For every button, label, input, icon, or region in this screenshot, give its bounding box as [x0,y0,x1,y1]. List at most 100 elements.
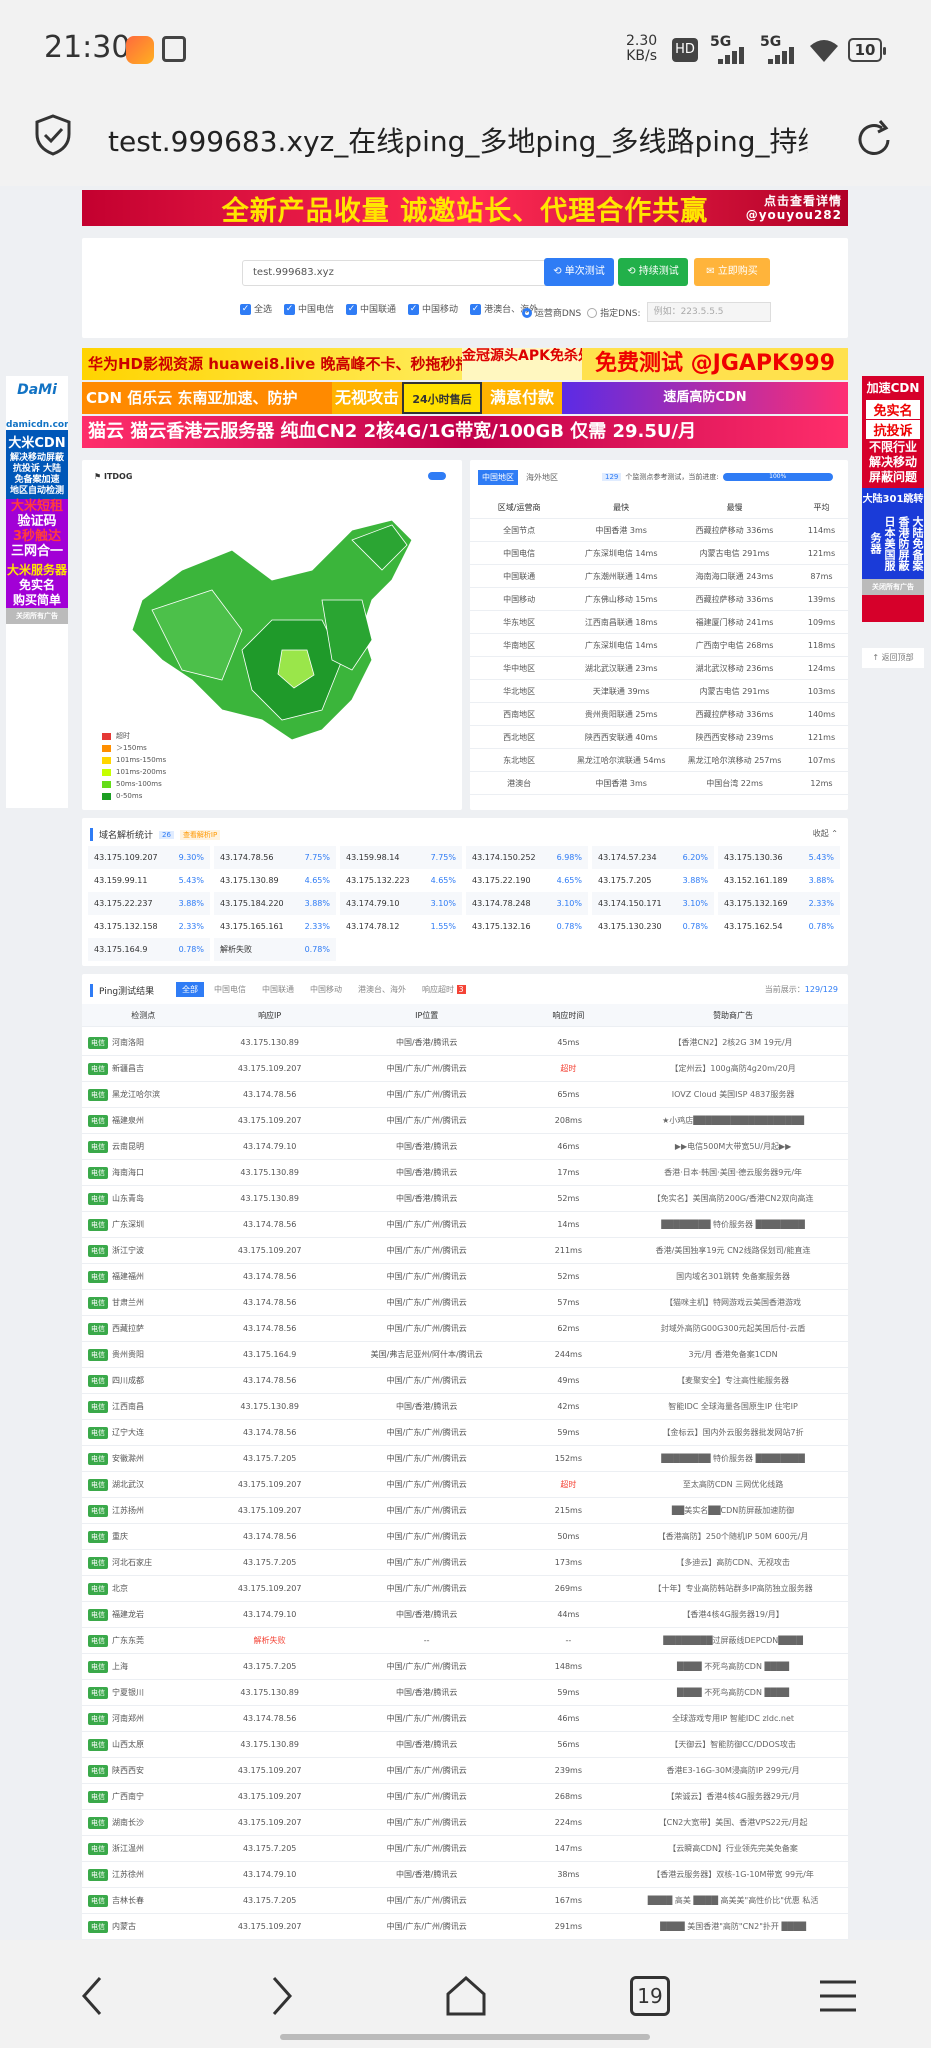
ping-ad-cell[interactable]: 【免实名】美国高防200G/香港CN2双向高连 [618,1193,848,1204]
ping-ad-cell[interactable]: 【香港高防】250个随机IP 50M 600元/月 [618,1531,848,1542]
radio-custom-dns[interactable]: 指定DNS: [587,306,641,319]
region-cell: 贵州贵阳联通 25ms [584,709,658,719]
ping-ad-cell[interactable]: ████ 高美 ████ 高美美"高性价比"优惠 私活 [618,1895,848,1906]
ping-ad-cell[interactable]: 【天御云】智能防御CC/DDOS攻击 [618,1739,848,1750]
checkbox-mobile[interactable]: ✓ 中国移动 [408,302,458,315]
carrier-chip: 电信 [88,1556,108,1569]
radio-carrier-dns[interactable]: 运营商DNS [522,306,581,319]
ping-ad-cell[interactable]: 【定州云】100g高防4g20m/20月 [618,1063,848,1074]
region-cell: 西藏拉萨移动 336ms [695,709,774,719]
ping-location-cell: 美国/弗吉尼亚州/阿什本/腾讯云 [370,1350,483,1359]
ping-ad-cell[interactable]: 智能IDC 全球海量各国原生IP 住宅IP [618,1401,848,1412]
filter-telecom[interactable]: 中国电信 [208,982,252,997]
ping-location-cell: 中国/广东/广州/腾讯云 [386,1844,467,1853]
back-to-top-button[interactable]: ↑ 返回顶部 [862,648,924,668]
forward-icon[interactable] [254,1970,306,2022]
ping-ad-cell[interactable]: 全球游戏专用IP 智能IDC zldc.net [618,1713,848,1724]
ping-ad-cell[interactable]: 香港/美国独享19元 CN2线路保划司/能直连 [618,1245,848,1256]
ping-ad-cell[interactable]: ★小鸡店██████████████████ [618,1115,848,1126]
tab-overseas[interactable]: 海外地区 [526,470,558,485]
url-text[interactable]: test.999683.xyz_在线ping_多地ping_多线路ping_持续 [108,120,808,160]
ping-table-row: 电信 甘肃兰州 43.174.78.56 中国/广东/广州/腾讯云 57ms 【猫咪主机】… [82,1290,848,1316]
dns-stat-item: 43.152.161.189 3.88% [718,869,840,892]
ad-free-test[interactable]: 免费测试 @JGAPK999 [582,348,848,380]
ping-ad-cell[interactable]: 香港·日本·韩国·美国·德云服务器9元/年 [618,1167,848,1178]
ping-ad-cell[interactable]: ▶▶电信500M大带宽5U/月起▶▶ [618,1141,848,1152]
filter-all[interactable]: 全部 [176,982,204,997]
ping-ad-cell[interactable]: ████ 美国香港"高防"CN2"扑开 ████ [618,1921,848,1932]
china-ping-map[interactable] [122,510,422,750]
ping-ad-cell[interactable]: 国内域名301跳转 免备案服务器 [618,1271,848,1282]
ping-ad-cell[interactable]: 【多迪云】高防CDN、无视攻击 [618,1557,848,1568]
security-shield-icon[interactable] [34,114,72,156]
tabs-button[interactable]: 19 [630,1976,670,2016]
ping-ad-cell[interactable]: 3元/月 香港免备案1CDN [618,1349,848,1360]
ping-ad-cell[interactable]: ████████过屏蔽线DEPCDN████ [618,1635,848,1646]
ping-ad-cell[interactable]: 【CN2大宽带】美国、香港VPS22元/月起 [618,1817,848,1828]
ping-ad-cell[interactable]: 【麦聚安全】专注高性能服务器 [618,1375,848,1386]
ping-ad-cell[interactable]: 【荣诚云】香港4核4G服务器29元/月 [618,1791,848,1802]
ad-satisfied[interactable]: 满意付款 [482,382,562,414]
ping-ad-cell[interactable]: 香港E3-16G-30M浸高防IP 299元/月 [618,1765,848,1776]
ad-24h[interactable]: 24小时售后 [402,382,482,414]
ad-maoyun[interactable]: 猫云 猫云香港云服务器 纯血CN2 2核4G/1G带宽/100GB 仅需 29.… [82,416,848,448]
carrier-chip: 电信 [88,1660,108,1673]
map-toggle[interactable] [428,472,446,480]
ping-ad-cell[interactable]: 【香港CN2】2核2G 3M 19元/月 [618,1037,848,1048]
checkbox-telecom[interactable]: ✓ 中国电信 [284,302,334,315]
right-ad-close[interactable]: 关闭所有广告 [862,579,924,595]
ping-node-name: 陕西西安 [112,1765,144,1775]
ping-results-title: Ping测试结果 [90,984,154,997]
single-test-button[interactable]: ⟲ 单次测试 [544,258,614,286]
ad-jinguan[interactable]: 金冠源头APK免杀处理 [462,348,606,380]
carrier-chip: 电信 [88,1920,108,1933]
ad-ignore-attack[interactable]: 无视攻击 [332,382,402,414]
ping-ad-cell[interactable]: ████ 不死鸟高防CDN ████ [618,1661,848,1672]
ad-huawei[interactable]: 华为HD影视资源 huawei8.live 晚高峰不卡、秒拖秒播 [82,348,462,380]
ping-ad-cell[interactable]: 封域外高防G00G300元起美国后付-云盾 [618,1323,848,1334]
browser-address-bar[interactable]: test.999683.xyz_在线ping_多地ping_多线路ping_持续 [0,100,931,186]
filter-mobile[interactable]: 中国移动 [304,982,348,997]
collapse-button[interactable]: 收起 ⌃ [813,828,838,839]
filter-timeout[interactable]: 响应超时 3 [416,982,472,997]
continuous-test-button[interactable]: ⟲ 持续测试 [618,258,688,286]
ping-ad-cell[interactable]: 【云瞬高CDN】行业领先完美免备案 [618,1843,848,1854]
ping-ad-cell[interactable]: ████████ 特价服务器 ████████ [618,1219,848,1230]
ad-baileyun[interactable]: CDN 佰乐云 东南亚加速、防护 [82,382,332,414]
region-table-row: 东北地区 黑龙江哈尔滨联通 54ms 黑龙江哈尔滨移动 257ms 107ms [470,749,848,772]
home-icon[interactable] [440,1970,492,2022]
tab-china[interactable]: 中国地区 [478,470,518,485]
ping-ad-cell[interactable]: ██美实名██CDN防屏蔽加速防御 [618,1505,848,1516]
banner-recruit[interactable]: 全新产品收量 诚邀站长、代理合作共赢 点击查看详情 @youyou282 [82,190,848,226]
back-icon[interactable] [68,1970,120,2022]
right-side-ad[interactable]: 加速CDN 免实名 抗投诉 不限行业 解决移动 屏蔽问题 大陆301跳转 大陆免… [862,376,924,622]
ping-ad-cell[interactable]: 【金标云】国内外云服务器批发网站7折 [618,1427,848,1438]
ping-ad-cell[interactable]: 【香港4核4G服务器19/月】 [618,1609,848,1620]
reload-icon[interactable] [852,118,896,162]
ping-ad-cell[interactable]: 至太高防CDN 三网优化线路 [618,1479,848,1490]
ping-ad-cell[interactable]: IOVZ Cloud 美国ISP 4837服务器 [618,1089,848,1100]
checkbox-all[interactable]: ✓ 全选 [240,302,272,315]
hd-icon: HD [672,38,698,62]
region-cell: 中国移动 [503,594,536,604]
ad-row-1[interactable]: 华为HD影视资源 huawei8.live 晚高峰不卡、秒拖秒播 金冠源头APK… [82,348,848,380]
left-side-ad[interactable]: DaMi damicdn.com 大米CDN 解决移动屏蔽 抗投诉 大陆 免备案… [6,376,68,808]
ping-ad-cell[interactable]: 【十年】专业高防韩站群多IP高防独立服务器 [618,1583,848,1594]
filter-unicom[interactable]: 中国联通 [256,982,300,997]
ping-ad-cell[interactable]: 【猫咪主机】特网游戏云美国香港游戏 [618,1297,848,1308]
buy-button[interactable]: ✉ 立即购买 [694,258,770,286]
dns-stat-percent: 3.10% [682,899,708,908]
menu-icon[interactable] [812,1970,864,2022]
custom-dns-input[interactable]: 例如：223.5.5.5 [646,302,771,322]
ping-ad-cell[interactable]: 【香港云服务器】双核-1G-10M带宽 99元/年 [618,1869,848,1880]
filter-overseas[interactable]: 港澳台、海外 [352,982,412,997]
left-ad-close[interactable]: 关闭所有广告 [6,608,68,624]
ad-sudun[interactable]: 速盾高防CDN [562,382,848,414]
view-ip-tag[interactable]: 查看解析IP [179,829,221,840]
checkbox-unicom[interactable]: ✓ 中国联通 [346,302,396,315]
ping-time-cell: 45ms [557,1038,580,1047]
region-table-row: 中国联通 广东潮州联通 14ms 海南海口联通 243ms 87ms [470,565,848,588]
ping-ad-cell[interactable]: ████████ 特价服务器 ████████ [618,1453,848,1464]
ping-ad-cell[interactable]: ████ 不死鸟高防CDN ████ [618,1687,848,1698]
ad-row-2[interactable]: CDN 佰乐云 东南亚加速、防护 无视攻击 24小时售后 满意付款 速盾高防CD… [82,382,848,414]
